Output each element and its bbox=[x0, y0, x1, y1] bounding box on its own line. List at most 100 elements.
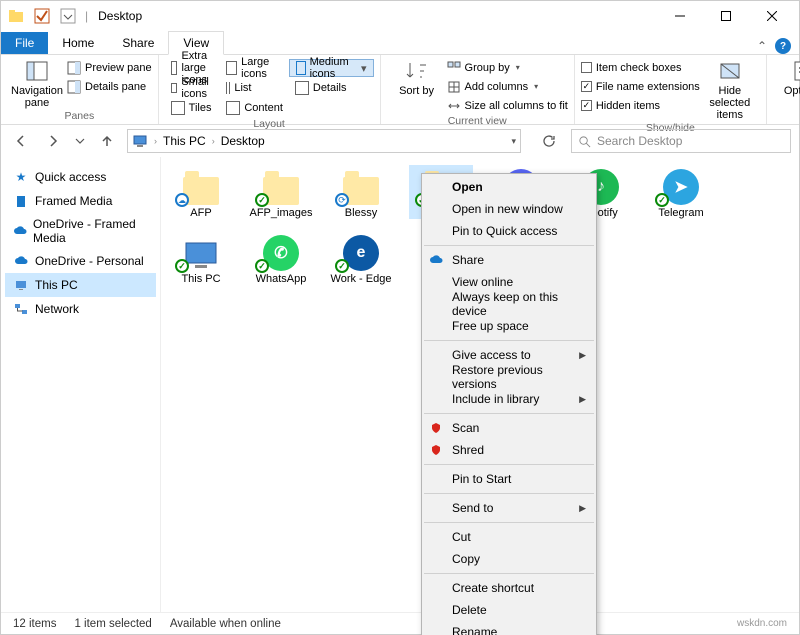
search-placeholder: Search Desktop bbox=[597, 134, 682, 148]
group-by-button[interactable]: Group by▾ bbox=[447, 59, 568, 76]
navigation-pane-button[interactable]: Navigation pane bbox=[7, 57, 67, 109]
file-item[interactable]: ☁AFP bbox=[169, 165, 233, 219]
ctx-pin-to-start[interactable]: Pin to Start bbox=[422, 468, 596, 490]
close-button[interactable] bbox=[749, 1, 795, 31]
sidebar-item-framed-media[interactable]: Framed Media bbox=[5, 189, 156, 213]
shield-icon bbox=[428, 442, 444, 458]
watermark: wskdn.com bbox=[737, 618, 787, 629]
ctx-always-keep[interactable]: Always keep on this device bbox=[422, 293, 596, 315]
up-button[interactable] bbox=[95, 129, 119, 153]
file-item-label: WhatsApp bbox=[256, 273, 307, 285]
sidebar-item-onedrive-personal[interactable]: OneDrive - Personal bbox=[5, 249, 156, 273]
layout-list[interactable]: List bbox=[220, 79, 289, 97]
sync-badge-icon: ☁ bbox=[175, 193, 189, 207]
hide-selected-button[interactable]: Hide selected items bbox=[700, 57, 760, 121]
layout-details[interactable]: Details bbox=[289, 79, 374, 97]
file-item[interactable]: ✓This PC bbox=[169, 231, 233, 285]
search-icon bbox=[578, 135, 591, 148]
file-item-label: Telegram bbox=[658, 207, 703, 219]
ctx-scan[interactable]: Scan bbox=[422, 417, 596, 439]
size-columns-button[interactable]: Size all columns to fit bbox=[447, 97, 568, 114]
layout-extra-large[interactable]: Extra large icons bbox=[165, 59, 221, 77]
sidebar-item-network[interactable]: Network bbox=[5, 297, 156, 321]
cloud-icon bbox=[13, 223, 27, 239]
tab-share[interactable]: Share bbox=[108, 32, 168, 54]
ctx-free-up-space[interactable]: Free up space bbox=[422, 315, 596, 337]
sidebar-item-onedrive-framed[interactable]: OneDrive - Framed Media bbox=[5, 213, 156, 249]
file-item-label: AFP bbox=[190, 207, 211, 219]
search-input[interactable]: Search Desktop bbox=[571, 129, 791, 153]
status-bar: 12 items 1 item selected Available when … bbox=[1, 612, 799, 634]
nav-bar: › This PC › Desktop ▾ Search Desktop bbox=[1, 125, 799, 157]
file-name-ext-toggle[interactable]: File name extensions bbox=[581, 78, 700, 95]
address-dropdown-icon[interactable]: ▾ bbox=[511, 136, 516, 147]
sync-badge-icon: ✓ bbox=[255, 259, 269, 273]
forward-button[interactable] bbox=[41, 129, 65, 153]
ctx-rename[interactable]: Rename bbox=[422, 621, 596, 635]
layout-tiles[interactable]: Tiles bbox=[165, 99, 221, 117]
ctx-open-new-window[interactable]: Open in new window bbox=[422, 198, 596, 220]
qat-dropdown-icon[interactable] bbox=[57, 5, 79, 27]
file-item[interactable]: ✓AFP_images bbox=[249, 165, 313, 219]
status-selected: 1 item selected bbox=[74, 618, 151, 630]
file-item-label: AFP_images bbox=[250, 207, 313, 219]
ribbon-collapse-icon[interactable]: ⌃ bbox=[757, 39, 767, 53]
crumb-desktop[interactable]: Desktop bbox=[221, 134, 265, 148]
ctx-create-shortcut[interactable]: Create shortcut bbox=[422, 577, 596, 599]
layout-small[interactable]: Small icons bbox=[165, 79, 221, 97]
pc-icon bbox=[13, 277, 29, 293]
refresh-button[interactable] bbox=[535, 129, 563, 153]
file-item[interactable]: ⟳Blessy bbox=[329, 165, 393, 219]
ctx-delete[interactable]: Delete bbox=[422, 599, 596, 621]
preview-pane-button[interactable]: Preview pane bbox=[67, 59, 152, 76]
ctx-copy[interactable]: Copy bbox=[422, 548, 596, 570]
layout-large[interactable]: Large icons bbox=[220, 59, 289, 77]
group-panes-label: Panes bbox=[7, 109, 152, 123]
status-availability: Available when online bbox=[170, 618, 281, 630]
add-columns-button[interactable]: Add columns▾ bbox=[447, 78, 568, 95]
qat-checkbox-icon[interactable] bbox=[31, 5, 53, 27]
ctx-shred[interactable]: Shred bbox=[422, 439, 596, 461]
options-button[interactable]: Options bbox=[773, 57, 800, 97]
file-item-label: This PC bbox=[181, 273, 220, 285]
building-icon bbox=[13, 193, 29, 209]
ctx-share[interactable]: Share bbox=[422, 249, 596, 271]
details-pane-button[interactable]: Details pane bbox=[67, 78, 152, 95]
ribbon: Navigation pane Preview pane Details pan… bbox=[1, 55, 799, 125]
recent-dropdown[interactable] bbox=[73, 129, 87, 153]
back-button[interactable] bbox=[9, 129, 33, 153]
ctx-restore-versions[interactable]: Restore previous versions bbox=[422, 366, 596, 388]
hidden-items-toggle[interactable]: Hidden items bbox=[581, 97, 700, 114]
ctx-cut[interactable]: Cut bbox=[422, 526, 596, 548]
ribbon-tabs: File Home Share View ⌃ ? bbox=[1, 31, 799, 55]
minimize-button[interactable] bbox=[657, 1, 703, 31]
status-count: 12 items bbox=[13, 618, 56, 630]
ctx-pin-quick-access[interactable]: Pin to Quick access bbox=[422, 220, 596, 242]
sidebar-item-this-pc[interactable]: This PC bbox=[5, 273, 156, 297]
pc-icon bbox=[132, 133, 148, 149]
ctx-open[interactable]: Open bbox=[422, 176, 596, 198]
crumb-this-pc[interactable]: This PC bbox=[163, 134, 206, 148]
file-item[interactable]: e✓Work - Edge bbox=[329, 231, 393, 285]
address-bar[interactable]: › This PC › Desktop ▾ bbox=[127, 129, 521, 153]
file-item-label: Blessy bbox=[345, 207, 377, 219]
item-check-boxes-toggle[interactable]: Item check boxes bbox=[581, 59, 700, 76]
tab-home[interactable]: Home bbox=[48, 32, 108, 54]
maximize-button[interactable] bbox=[703, 1, 749, 31]
tab-file[interactable]: File bbox=[1, 32, 48, 54]
cloud-icon bbox=[13, 253, 29, 269]
file-item[interactable]: ✆✓WhatsApp bbox=[249, 231, 313, 285]
file-item[interactable]: ➤✓Telegram bbox=[649, 165, 713, 219]
explorer-app-icon bbox=[5, 5, 27, 27]
ctx-send-to[interactable]: Send to▶ bbox=[422, 497, 596, 519]
layout-content[interactable]: Content bbox=[220, 99, 289, 117]
layout-medium[interactable]: Medium icons▾ bbox=[289, 59, 374, 77]
sort-by-button[interactable]: Sort by bbox=[387, 57, 447, 97]
title-bar: | Desktop bbox=[1, 1, 799, 31]
sync-badge-icon: ✓ bbox=[175, 259, 189, 273]
sidebar-item-quick-access[interactable]: ★Quick access bbox=[5, 165, 156, 189]
shield-icon bbox=[428, 420, 444, 436]
help-icon[interactable]: ? bbox=[775, 38, 791, 54]
ctx-include-in-library[interactable]: Include in library▶ bbox=[422, 388, 596, 410]
sync-badge-icon: ✓ bbox=[335, 259, 349, 273]
